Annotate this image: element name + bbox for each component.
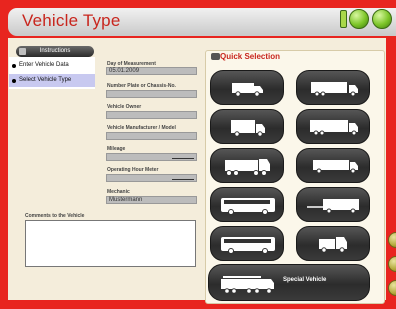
- step-label: Enter Vehicle Data: [19, 62, 69, 68]
- field-label-mileage: Mileage: [107, 146, 126, 152]
- app-window: Vehicle Type Instructions Enter Vehicle …: [0, 0, 396, 309]
- semi-trailer-button[interactable]: [296, 70, 370, 105]
- instructions-button[interactable]: Instructions: [16, 46, 94, 57]
- box-truck-icon: [231, 120, 265, 137]
- semi-trailer-icon: [311, 82, 358, 97]
- comments-textarea[interactable]: [25, 220, 196, 267]
- number-plate-field[interactable]: [106, 90, 197, 98]
- box-truck-button[interactable]: [210, 109, 284, 144]
- page-title: Vehicle Type: [22, 11, 121, 30]
- vehicle-owner-field[interactable]: [106, 111, 197, 119]
- coach-bus-button[interactable]: [210, 187, 284, 222]
- instructions-label: Instructions: [39, 48, 71, 54]
- flatbed-truck-icon: [313, 160, 358, 174]
- step-list: Enter Vehicle Data Select Vehicle Type: [9, 57, 95, 89]
- step-select-vehicle-type[interactable]: Select Vehicle Type: [9, 74, 95, 87]
- long-trailer-truck-button[interactable]: [296, 109, 370, 144]
- edge-button-icon[interactable]: [388, 280, 396, 296]
- unit-bar-icon: [172, 158, 194, 159]
- step-enter-vehicle-data[interactable]: Enter Vehicle Data: [9, 59, 95, 72]
- pickup-truck-button[interactable]: [296, 226, 370, 261]
- comments-label: Comments to the Vehicle: [25, 213, 85, 219]
- mileage-field[interactable]: [106, 153, 197, 161]
- flatbed-truck-button[interactable]: [296, 148, 370, 183]
- manufacturer-model-field[interactable]: [106, 132, 197, 140]
- field-label-manufacturer: Vehicle Manufacturer / Model: [107, 125, 176, 131]
- minimize-dot-icon[interactable]: [349, 9, 369, 29]
- field-label-owner: Vehicle Owner: [107, 104, 142, 110]
- bullet-icon: [12, 79, 16, 83]
- special-vehicle-button[interactable]: Special Vehicle: [208, 264, 370, 301]
- window-bar-icon[interactable]: [340, 10, 347, 28]
- operating-hour-meter-field[interactable]: [106, 174, 197, 182]
- title-bar: Vehicle Type: [8, 8, 396, 36]
- coach-bus-icon: [221, 198, 275, 215]
- quick-selection-title: Quick Selection: [220, 52, 281, 61]
- crane-truck-icon: [221, 276, 274, 294]
- long-trailer-truck-icon: [310, 120, 358, 136]
- field-label-operating-hours: Operating Hour Meter: [107, 167, 159, 173]
- instructions-icon: [19, 48, 26, 55]
- quick-selection-icon: [211, 53, 220, 60]
- field-label-plate: Number Plate or Chassis-No.: [107, 83, 176, 89]
- city-bus-icon: [221, 237, 275, 254]
- pickup-truck-icon: [319, 237, 347, 253]
- van-icon: [232, 83, 263, 97]
- van-button[interactable]: [210, 70, 284, 105]
- step-label: Select Vehicle Type: [19, 77, 72, 83]
- edge-button-icon[interactable]: [388, 256, 396, 272]
- close-dot-icon[interactable]: [372, 9, 392, 29]
- heavy-truck-icon: [225, 159, 270, 176]
- day-of-measurement-field[interactable]: 05.01.2009: [106, 67, 197, 75]
- bullet-icon: [12, 64, 16, 68]
- drawbar-trailer-icon: [307, 199, 359, 214]
- field-label-mechanic: Mechanic: [107, 189, 130, 195]
- heavy-truck-button[interactable]: [210, 148, 284, 183]
- mechanic-field[interactable]: Mustermann: [106, 196, 197, 204]
- special-vehicle-label: Special Vehicle: [283, 277, 327, 283]
- unit-bar-icon: [172, 179, 194, 180]
- drawbar-trailer-button[interactable]: [296, 187, 370, 222]
- city-bus-button[interactable]: [210, 226, 284, 261]
- edge-button-icon[interactable]: [388, 232, 396, 248]
